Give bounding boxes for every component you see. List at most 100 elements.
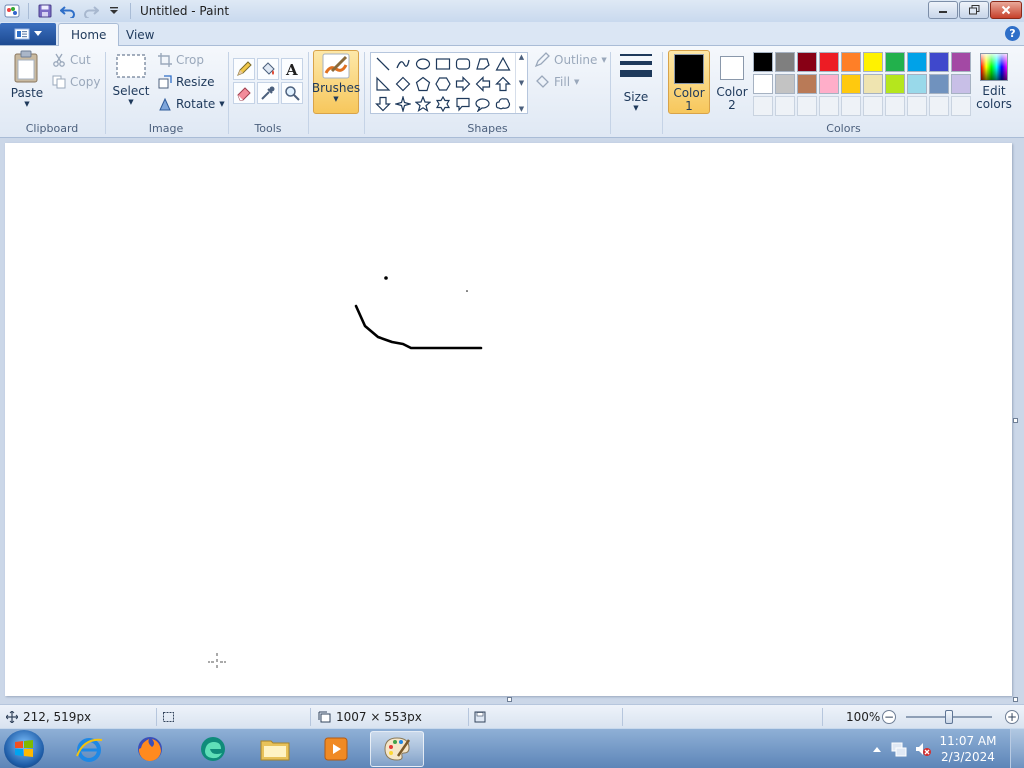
network-icon[interactable] bbox=[890, 741, 908, 757]
zoom-out-button[interactable]: − bbox=[882, 710, 896, 724]
clock[interactable]: 11:07 AM 2/3/2024 bbox=[938, 733, 998, 765]
five-point-star-shape[interactable] bbox=[413, 94, 433, 114]
minimize-button[interactable] bbox=[928, 1, 958, 19]
fill-tool[interactable] bbox=[257, 58, 279, 80]
palette-swatch[interactable] bbox=[929, 74, 949, 94]
palette-swatch[interactable] bbox=[841, 52, 861, 72]
canvas-resize-handle-corner[interactable] bbox=[1013, 697, 1018, 702]
custom-color-slot[interactable] bbox=[841, 96, 861, 116]
custom-color-slot[interactable] bbox=[775, 96, 795, 116]
palette-swatch[interactable] bbox=[753, 52, 773, 72]
paint-app-icon[interactable] bbox=[2, 1, 22, 21]
diamond-shape[interactable] bbox=[393, 74, 413, 94]
taskbar-file-explorer[interactable] bbox=[248, 731, 302, 767]
palette-swatch[interactable] bbox=[819, 52, 839, 72]
customize-toolbar-chevron-icon[interactable] bbox=[104, 1, 124, 21]
custom-color-slot[interactable] bbox=[929, 96, 949, 116]
text-tool[interactable]: A bbox=[281, 58, 303, 80]
zoom-slider-thumb[interactable] bbox=[945, 710, 953, 724]
select-button[interactable]: Select ▼ bbox=[112, 52, 150, 106]
oval-callout-shape[interactable] bbox=[473, 94, 493, 114]
four-point-star-shape[interactable] bbox=[393, 94, 413, 114]
rounded-callout-shape[interactable] bbox=[453, 94, 473, 114]
taskbar-paint[interactable] bbox=[370, 731, 424, 767]
brushes-button[interactable]: Brushes ▼ bbox=[312, 50, 360, 114]
palette-swatch[interactable] bbox=[797, 74, 817, 94]
custom-color-slot[interactable] bbox=[951, 96, 971, 116]
line-shape[interactable] bbox=[373, 54, 393, 74]
pencil-tool[interactable] bbox=[233, 58, 255, 80]
rounded-rectangle-shape[interactable] bbox=[453, 54, 473, 74]
drawing-canvas[interactable] bbox=[5, 143, 1018, 702]
cloud-callout-shape[interactable] bbox=[493, 94, 513, 114]
custom-color-slot[interactable] bbox=[753, 96, 773, 116]
tab-home[interactable]: Home bbox=[58, 23, 120, 46]
taskbar-firefox[interactable] bbox=[123, 731, 177, 767]
crop-button[interactable]: Crop bbox=[158, 50, 204, 70]
redo-icon[interactable] bbox=[81, 1, 101, 21]
magnifier-tool[interactable] bbox=[281, 82, 303, 104]
shapes-more-icon[interactable]: ▼ bbox=[519, 105, 524, 113]
canvas-resize-handle-bottom[interactable] bbox=[507, 697, 512, 702]
left-arrow-shape[interactable] bbox=[473, 74, 493, 94]
right-triangle-shape[interactable] bbox=[373, 74, 393, 94]
cut-button[interactable]: Cut bbox=[52, 50, 91, 70]
six-point-star-shape[interactable] bbox=[433, 94, 453, 114]
eraser-tool[interactable] bbox=[233, 82, 255, 104]
scroll-up-icon[interactable]: ▲ bbox=[519, 53, 524, 61]
palette-swatch[interactable] bbox=[929, 52, 949, 72]
palette-swatch[interactable] bbox=[885, 74, 905, 94]
pentagon-shape[interactable] bbox=[413, 74, 433, 94]
custom-color-slot[interactable] bbox=[797, 96, 817, 116]
custom-color-slot[interactable] bbox=[907, 96, 927, 116]
paint-menu-button[interactable] bbox=[0, 23, 56, 45]
palette-swatch[interactable] bbox=[885, 52, 905, 72]
hexagon-shape[interactable] bbox=[433, 74, 453, 94]
palette-swatch[interactable] bbox=[863, 52, 883, 72]
paste-button[interactable]: Paste ▼ bbox=[8, 50, 46, 108]
close-button[interactable] bbox=[990, 1, 1022, 19]
palette-swatch[interactable] bbox=[753, 74, 773, 94]
taskbar-media-player[interactable] bbox=[309, 731, 363, 767]
rotate-button[interactable]: Rotate ▼ bbox=[158, 94, 225, 114]
triangle-shape[interactable] bbox=[493, 54, 513, 74]
color1-button[interactable]: Color 1 bbox=[668, 50, 710, 114]
custom-color-slot[interactable] bbox=[863, 96, 883, 116]
rectangle-shape[interactable] bbox=[433, 54, 453, 74]
canvas-workspace[interactable] bbox=[0, 138, 1024, 704]
up-arrow-shape[interactable] bbox=[493, 74, 513, 94]
tab-view[interactable]: View bbox=[114, 23, 166, 46]
help-icon[interactable]: ? bbox=[1005, 26, 1020, 41]
shapes-scrollbar[interactable]: ▲ ▼ ▼ bbox=[515, 53, 527, 113]
zoom-in-button[interactable]: + bbox=[1005, 710, 1019, 724]
palette-swatch[interactable] bbox=[841, 74, 861, 94]
oval-shape[interactable] bbox=[413, 54, 433, 74]
volume-muted-icon[interactable] bbox=[914, 741, 932, 757]
show-hidden-icons-icon[interactable] bbox=[872, 745, 882, 753]
scroll-down-icon[interactable]: ▼ bbox=[519, 79, 524, 87]
palette-swatch[interactable] bbox=[951, 74, 971, 94]
palette-swatch[interactable] bbox=[819, 74, 839, 94]
outline-button[interactable]: Outline ▼ bbox=[534, 50, 607, 70]
size-button[interactable]: Size ▼ bbox=[616, 50, 656, 116]
palette-swatch[interactable] bbox=[775, 52, 795, 72]
resize-button[interactable]: Resize bbox=[158, 72, 214, 92]
custom-color-slot[interactable] bbox=[885, 96, 905, 116]
palette-swatch[interactable] bbox=[907, 74, 927, 94]
edit-colors-button[interactable]: Edit colors bbox=[976, 50, 1012, 116]
canvas-resize-handle-right[interactable] bbox=[1013, 418, 1018, 423]
custom-color-slot[interactable] bbox=[819, 96, 839, 116]
palette-swatch[interactable] bbox=[951, 52, 971, 72]
palette-swatch[interactable] bbox=[863, 74, 883, 94]
polygon-shape[interactable] bbox=[473, 54, 493, 74]
color2-button[interactable]: Color 2 bbox=[711, 50, 753, 114]
save-icon[interactable] bbox=[35, 1, 55, 21]
curve-shape[interactable] bbox=[393, 54, 413, 74]
fill-button[interactable]: Fill ▼ bbox=[534, 72, 579, 92]
right-arrow-shape[interactable] bbox=[453, 74, 473, 94]
color-picker-tool[interactable] bbox=[257, 82, 279, 104]
down-arrow-shape[interactable] bbox=[373, 94, 393, 114]
copy-button[interactable]: Copy bbox=[52, 72, 100, 92]
palette-swatch[interactable] bbox=[797, 52, 817, 72]
start-button[interactable] bbox=[4, 730, 44, 768]
